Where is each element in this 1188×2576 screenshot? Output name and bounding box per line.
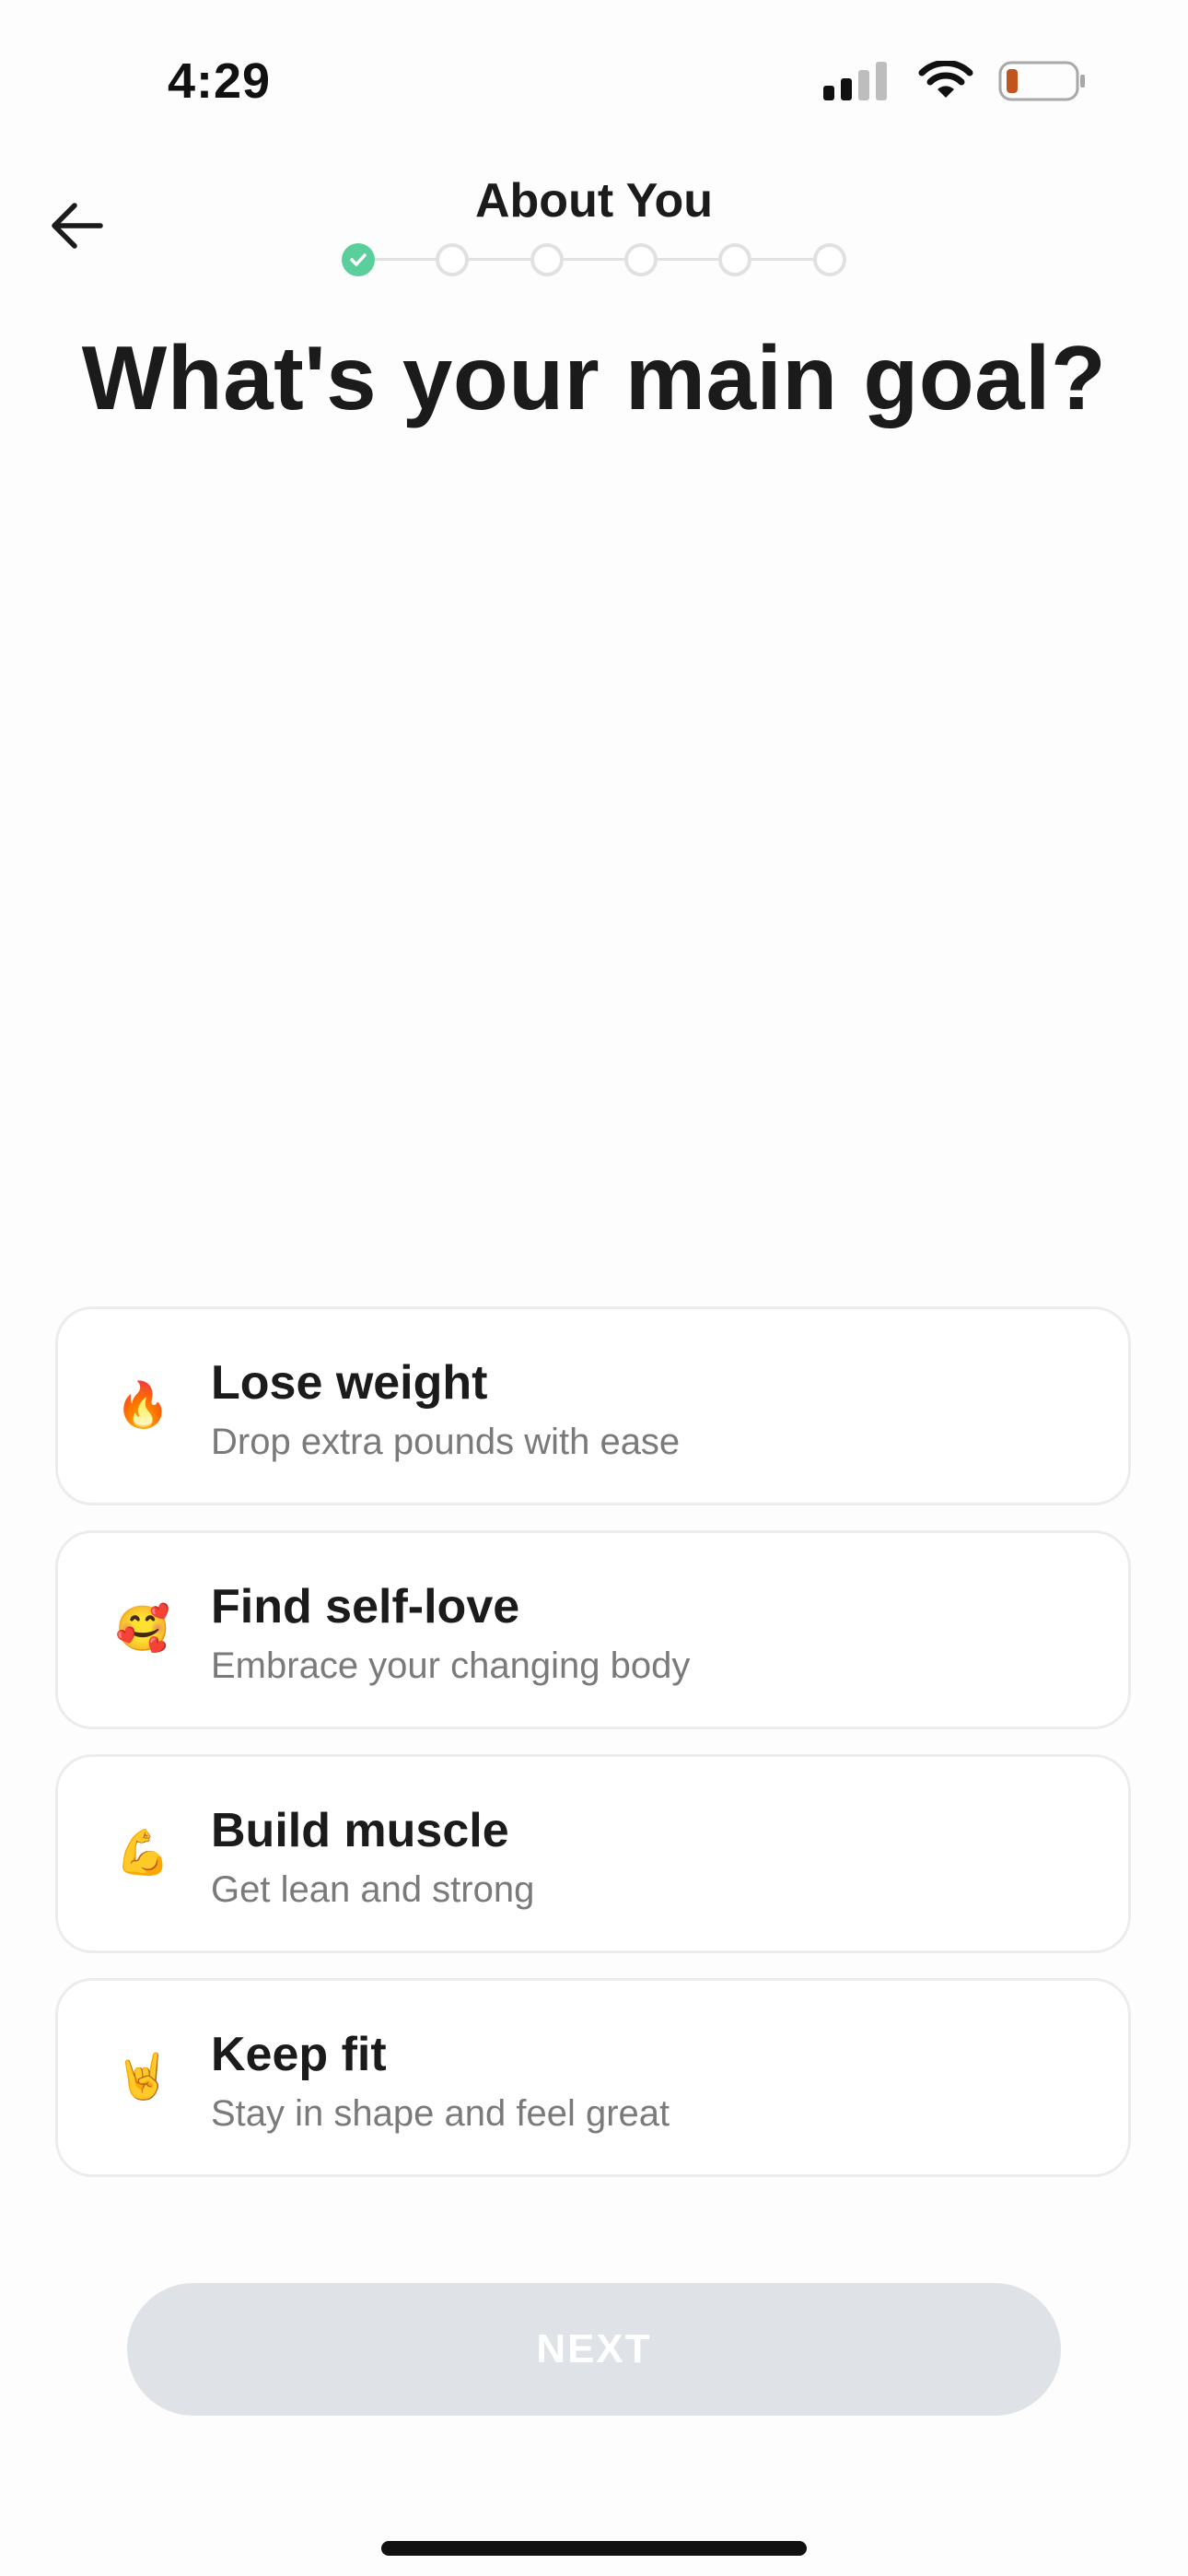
home-indicator[interactable] [381, 2541, 807, 2556]
status-icons [823, 57, 1087, 105]
step-5 [718, 243, 751, 276]
question-heading: What's your main goal? [81, 327, 1107, 428]
option-subtitle: Embrace your changing body [211, 1645, 691, 1686]
page-title: About You [474, 174, 714, 228]
option-title: Find self-love [211, 1580, 520, 1633]
status-time: 4:29 [168, 53, 272, 109]
rock-on-hand-emoji-icon: 🤘 [115, 2053, 170, 2102]
option-subtitle: Drop extra pounds with ease [211, 1422, 681, 1462]
cellular-signal-icon [823, 62, 887, 100]
option-title: Build muscle [211, 1804, 509, 1857]
checkmark-icon [350, 253, 367, 266]
step-3 [530, 243, 564, 276]
option-keep-fit[interactable]: 🤘 Keep fit Stay in shape and feel great [55, 1978, 1131, 2177]
step-4 [624, 243, 658, 276]
option-find-self-love[interactable]: 🥰 Find self-love Embrace your changing b… [55, 1530, 1131, 1729]
next-button-label: NEXT [536, 2326, 652, 2371]
smiling-face-hearts-emoji-icon: 🥰 [115, 1605, 170, 1654]
battery-low-icon [998, 61, 1085, 101]
flexed-biceps-emoji-icon: 💪 [115, 1829, 170, 1878]
progress-stepper [342, 243, 846, 276]
fire-emoji-icon: 🔥 [115, 1381, 170, 1430]
option-lose-weight[interactable]: 🔥 Lose weight Drop extra pounds with eas… [55, 1306, 1131, 1505]
step-2 [436, 243, 469, 276]
stepper-track [358, 258, 830, 261]
option-build-muscle[interactable]: 💪 Build muscle Get lean and strong [55, 1754, 1131, 1953]
option-subtitle: Stay in shape and feel great [211, 2093, 670, 2134]
option-title: Lose weight [211, 1356, 488, 1410]
wifi-icon [918, 61, 973, 98]
option-title: Keep fit [211, 2028, 387, 2081]
next-button[interactable]: NEXT [127, 2283, 1061, 2416]
option-subtitle: Get lean and strong [211, 1869, 535, 1910]
step-1-completed [342, 243, 375, 276]
step-6 [813, 243, 846, 276]
